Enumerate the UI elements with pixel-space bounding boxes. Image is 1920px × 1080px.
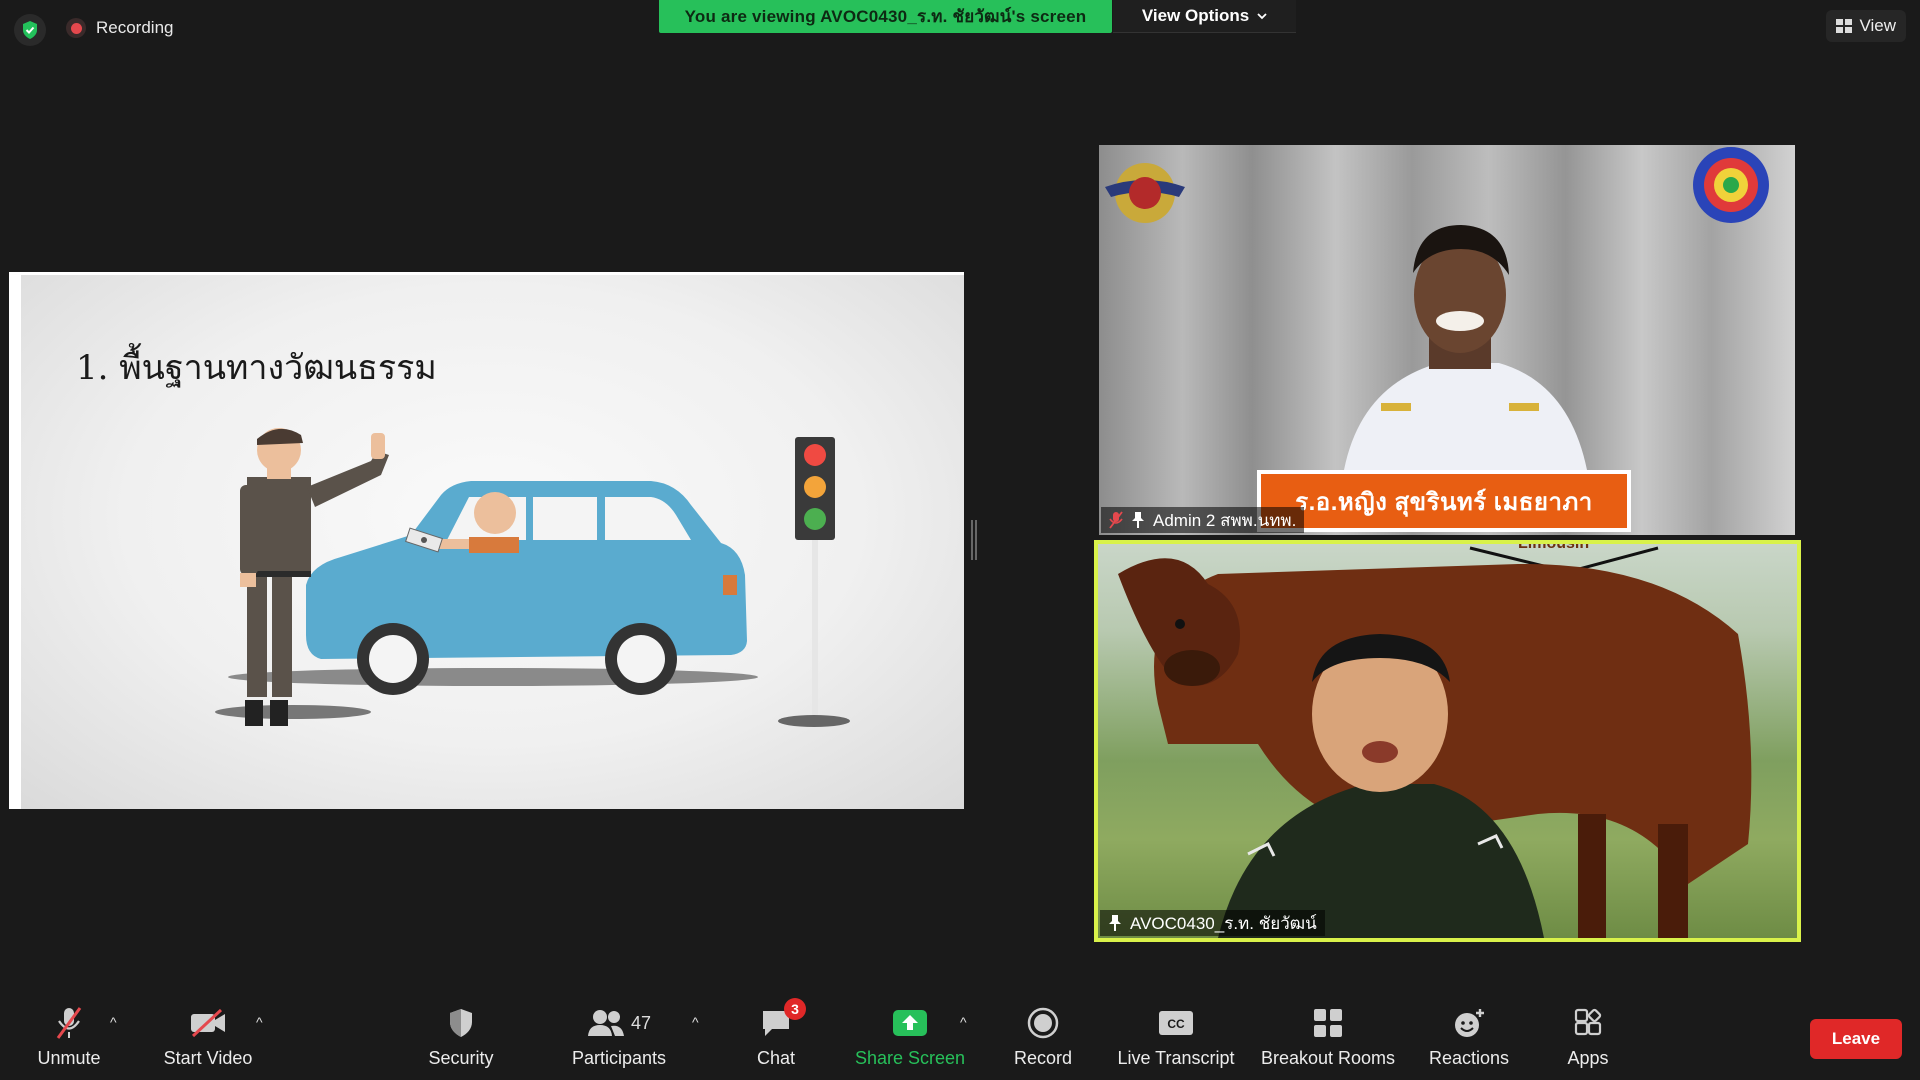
- overlay-name-caption: ร.อ.หญิง สุขรินทร์ เมธยาภา: [1257, 470, 1631, 532]
- zoom-meeting-window: Recording You are viewing AVOC0430_ร.ท. …: [0, 0, 1920, 1080]
- recording-dot-icon: [66, 18, 86, 38]
- participants-count: 47: [630, 1012, 652, 1033]
- security-shield-icon: [447, 1004, 475, 1042]
- chat-unread-badge: 3: [784, 998, 806, 1020]
- security-button[interactable]: Security: [425, 1004, 497, 1074]
- chat-button[interactable]: 3 Chat: [740, 998, 812, 1074]
- recording-label: Recording: [96, 18, 174, 37]
- video-options-caret-icon[interactable]: ^: [256, 1014, 263, 1030]
- start-video-label: Start Video: [163, 1048, 253, 1068]
- pin-icon: [1132, 512, 1144, 528]
- audio-options-caret-icon[interactable]: ^: [110, 1014, 117, 1030]
- share-screen-label: Share Screen: [854, 1048, 966, 1068]
- participant-video-tile[interactable]: ร.อ.หญิง สุขรินทร์ เมธยาภา Admin 2 สพพ.น…: [1099, 145, 1795, 535]
- muted-mic-icon: [1109, 511, 1123, 529]
- video-off-icon: [189, 1004, 227, 1042]
- participant-name: Admin 2 สพพ.นทพ.: [1153, 510, 1297, 530]
- meeting-toolbar: Unmute ^ Start Video ^ Security 47 Parti…: [0, 996, 1920, 1080]
- participants-options-caret-icon[interactable]: ^: [692, 1014, 699, 1030]
- shared-screen[interactable]: 1. พื้นฐานทางวัฒนธรรม: [9, 272, 964, 809]
- apps-icon: [1573, 1004, 1603, 1042]
- apps-label: Apps: [1567, 1048, 1609, 1068]
- presentation-slide: 1. พื้นฐานทางวัฒนธรรม: [21, 275, 964, 809]
- viewing-screen-banner: You are viewing AVOC0430_ร.ท. ชัยวัฒน์'s…: [659, 0, 1112, 33]
- leave-meeting-button[interactable]: Leave: [1810, 1019, 1902, 1059]
- record-icon: [1027, 1004, 1059, 1042]
- unmute-button[interactable]: Unmute: [30, 1004, 108, 1074]
- security-label: Security: [428, 1048, 494, 1068]
- share-screen-icon: [892, 1004, 928, 1042]
- breakout-rooms-label: Breakout Rooms: [1260, 1048, 1396, 1068]
- apps-button[interactable]: Apps: [1556, 1004, 1620, 1074]
- chat-label: Chat: [756, 1048, 796, 1068]
- recording-indicator[interactable]: Recording: [66, 18, 174, 38]
- view-options-label: View Options: [1141, 6, 1250, 25]
- participants-label: Participants: [571, 1048, 667, 1068]
- reactions-emoji-icon: [1452, 1004, 1486, 1042]
- participants-icon: [587, 1010, 624, 1036]
- participants-icon-group: 47: [587, 1004, 651, 1042]
- record-label: Record: [1013, 1048, 1073, 1068]
- breakout-rooms-button[interactable]: Breakout Rooms: [1258, 1004, 1398, 1074]
- participant-name-tag: AVOC0430_ร.ท. ชัยวัฒน์: [1100, 910, 1325, 936]
- security-shield-icon[interactable]: [14, 14, 46, 46]
- active-speaker-video-tile[interactable]: Limousin AVOC0430_ร.ท. ชัยวัฒน์: [1094, 540, 1801, 942]
- record-button[interactable]: Record: [1008, 1004, 1078, 1074]
- view-layout-button[interactable]: View: [1826, 10, 1906, 42]
- participant-name: AVOC0430_ร.ท. ชัยวัฒน์: [1130, 913, 1317, 933]
- start-video-button[interactable]: Start Video: [158, 1004, 258, 1074]
- pin-icon: [1109, 915, 1121, 931]
- chat-icon: 3: [760, 998, 806, 1042]
- slide-illustration: [215, 428, 850, 727]
- muted-mic-icon: [54, 1004, 84, 1042]
- closed-captions-icon: CC: [1158, 1004, 1194, 1042]
- live-transcript-label: Live Transcript: [1117, 1048, 1235, 1068]
- participants-button[interactable]: 47 Participants: [566, 1004, 672, 1074]
- overlay-caption-text: Limousin: [1518, 544, 1589, 552]
- unmute-label: Unmute: [37, 1048, 101, 1068]
- grid-view-icon: [1836, 19, 1853, 33]
- reactions-label: Reactions: [1428, 1048, 1510, 1068]
- video-feed-background: Limousin: [1098, 544, 1797, 938]
- reactions-button[interactable]: Reactions: [1422, 1004, 1516, 1074]
- chevron-down-icon: [1257, 12, 1267, 19]
- svg-text:CC: CC: [1167, 1017, 1185, 1031]
- live-transcript-button[interactable]: CC Live Transcript: [1114, 1004, 1238, 1074]
- view-options-button[interactable]: View Options: [1113, 0, 1296, 33]
- breakout-rooms-icon: [1312, 1004, 1344, 1042]
- share-options-caret-icon[interactable]: ^: [960, 1014, 967, 1030]
- share-screen-button[interactable]: Share Screen: [852, 1004, 968, 1074]
- split-divider-handle[interactable]: [971, 520, 977, 560]
- view-label: View: [1859, 16, 1896, 35]
- participant-name-tag: Admin 2 สพพ.นทพ.: [1101, 507, 1305, 533]
- video-feed-graphic: Limousin: [1118, 544, 1752, 938]
